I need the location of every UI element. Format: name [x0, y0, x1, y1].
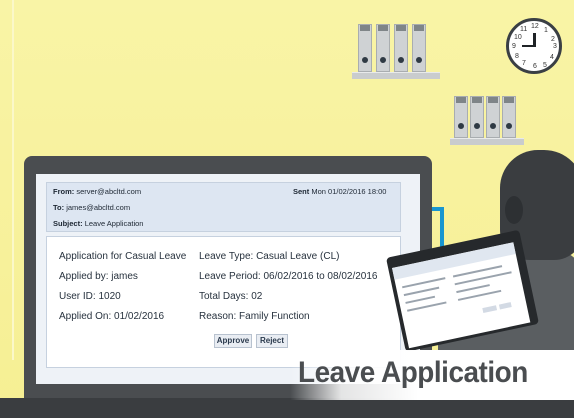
binder-icon: [454, 96, 468, 138]
clock-number: 5: [543, 62, 547, 69]
tablet-reject-button: [498, 302, 512, 310]
tablet-text-line: [457, 289, 502, 301]
wall-frame-line: [12, 0, 14, 360]
clock-minute-hand: [522, 45, 535, 47]
binder-icon: [412, 24, 426, 72]
binder-icon: [502, 96, 516, 138]
to-value: james@abcltd.com: [66, 203, 131, 212]
clock-number: 10: [514, 34, 522, 41]
binder-icon: [358, 24, 372, 72]
to-label: To:: [53, 203, 65, 212]
email-body: Application for Casual Leave Applied by:…: [46, 236, 401, 368]
total-days: Total Days: 02: [199, 291, 263, 302]
tablet-text-line: [407, 301, 447, 312]
applied-by: Applied by: james: [59, 271, 138, 282]
clock-number: 2: [551, 36, 555, 43]
clock-number: 4: [550, 54, 554, 61]
tablet-text-line: [403, 286, 440, 296]
clock-number: 6: [533, 63, 537, 70]
leave-period: Leave Period: 06/02/2016 to 08/02/2016: [199, 271, 378, 282]
clock-number: 3: [553, 43, 557, 50]
illustration-scene: 12 1 2 3 4 5 6 7 8 9 10 11 From: server@…: [0, 0, 574, 418]
desk-shadow: [0, 398, 574, 418]
user-id: User ID: 1020: [59, 291, 121, 302]
clock-number: 7: [522, 60, 526, 67]
email-header: From: server@abcltd.com Sent Mon 01/02/2…: [46, 182, 401, 232]
clock-icon: 12 1 2 3 4 5 6 7 8 9 10 11: [506, 18, 562, 74]
subject-label: Subject:: [53, 219, 83, 228]
tablet-text-line: [405, 295, 436, 304]
banner-title: Leave Application: [298, 356, 528, 389]
from-value: server@abcltd.com: [76, 187, 142, 196]
upper-shelf: [352, 72, 440, 79]
lower-shelf: [450, 138, 524, 145]
binder-icon: [486, 96, 500, 138]
from-label: From:: [53, 187, 75, 196]
clock-number: 8: [515, 53, 519, 60]
binder-icon: [394, 24, 408, 72]
applied-on: Applied On: 01/02/2016: [59, 311, 165, 322]
binder-icon: [376, 24, 390, 72]
tablet-approve-button: [482, 305, 498, 313]
clock-number: 1: [544, 27, 548, 34]
sent-value: Mon 01/02/2016 18:00: [311, 187, 387, 196]
approve-button[interactable]: Approve: [214, 334, 252, 348]
sent-label: Sent: [293, 187, 310, 196]
clock-number: 12: [531, 23, 539, 30]
clock-number: 9: [512, 43, 516, 50]
clock-number: 11: [520, 26, 528, 33]
person-ear: [505, 196, 523, 224]
reason: Reason: Family Function: [199, 311, 310, 322]
reject-button[interactable]: Reject: [256, 334, 288, 348]
subject-value: Leave Application: [84, 219, 144, 228]
leave-type: Leave Type: Casual Leave (CL): [199, 251, 340, 262]
binder-icon: [470, 96, 484, 138]
tablet-text-line: [456, 284, 490, 293]
application-title: Application for Casual Leave: [59, 251, 187, 262]
